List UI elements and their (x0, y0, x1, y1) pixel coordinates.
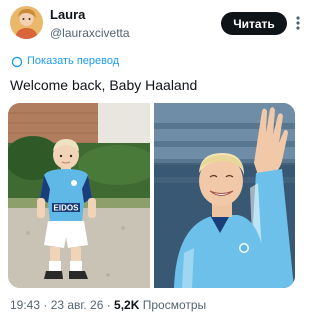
photo-child-in-football-kit[interactable]: EIDOS (8, 103, 150, 288)
views-label: Просмотры (142, 298, 207, 312)
media-grid: EIDOS (8, 103, 295, 288)
meta-separator: · (40, 298, 51, 312)
translate-icon (11, 55, 23, 68)
meta-separator: · (103, 298, 115, 312)
translate-link[interactable]: Показать перевод (11, 54, 119, 68)
follow-button[interactable]: Читать (221, 12, 287, 35)
author-block[interactable]: Laura @lauraxcivetta (50, 7, 130, 41)
avatar-image (10, 6, 43, 39)
author-handle[interactable]: @lauraxcivetta (50, 25, 130, 41)
tweet-text: Welcome back, Baby Haaland (10, 77, 198, 93)
tweet-time[interactable]: 19:43 (10, 298, 40, 312)
svg-text:EIDOS: EIDOS (54, 204, 80, 213)
more-vertical-icon[interactable] (291, 14, 305, 32)
tweet-header: Laura @lauraxcivetta Читать (10, 6, 300, 42)
avatar[interactable] (10, 6, 43, 39)
tweet-date[interactable]: 23 авг. 26 (51, 298, 104, 312)
photo-player-waving[interactable] (153, 103, 295, 288)
author-name[interactable]: Laura (50, 7, 130, 23)
views-count: 5,2K (114, 298, 140, 312)
tweet-meta: 19:43 · 23 авг. 26 · 5,2K Просмотры (10, 298, 206, 312)
translate-label[interactable]: Показать перевод (27, 54, 119, 68)
